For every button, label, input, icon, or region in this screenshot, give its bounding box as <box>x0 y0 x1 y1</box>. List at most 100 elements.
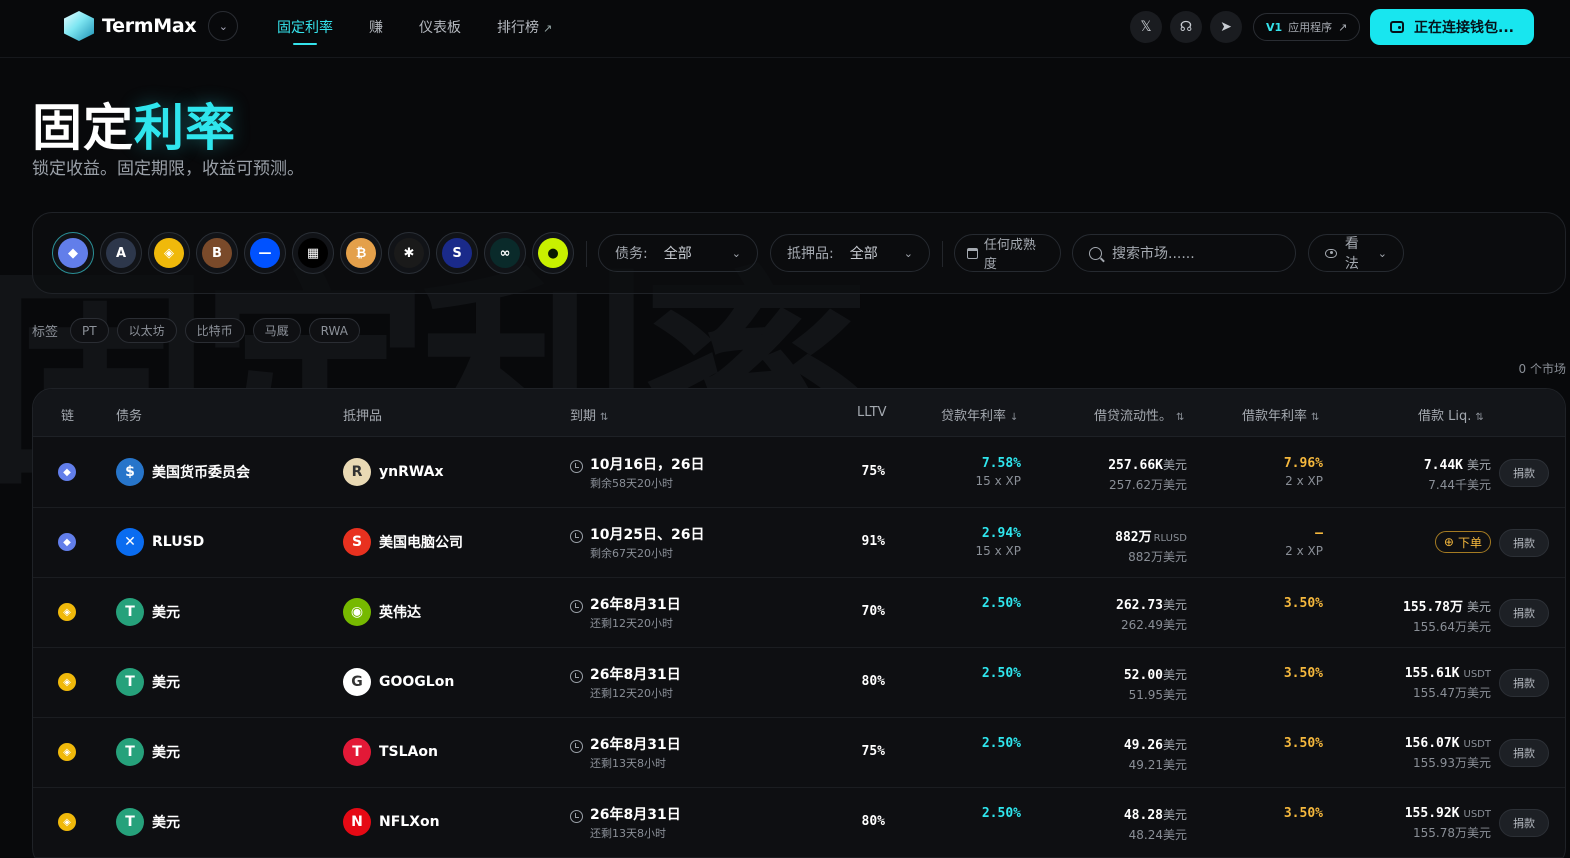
chain-filter-okx[interactable]: ▦ <box>292 232 334 274</box>
tag-chip[interactable]: 以太坊 <box>116 318 177 343</box>
header-borrow-liq[interactable]: 借款 Liq. ⇅ <box>1418 405 1484 424</box>
tag-chip[interactable]: RWA <box>308 318 360 343</box>
header-liquidity[interactable]: 借贷流动性。 ⇅ <box>1094 405 1184 424</box>
tag-filter-row: 标签 PT 以太坊 比特币 马厩 RWA <box>32 318 360 343</box>
debt-name: 美国货币委员会 <box>152 465 250 481</box>
tesla-icon: T <box>343 738 371 766</box>
borrow-apr-value: 3.50% <box>1283 596 1323 611</box>
header-chain: 链 <box>61 409 75 424</box>
page-subtitle: 锁定收益。固定期限，收益可预测。 <box>32 159 304 179</box>
place-order-button[interactable]: ⊕ 下单 <box>1434 531 1491 553</box>
borrow-button[interactable]: 捐款 <box>1499 599 1549 627</box>
borrow-label: 捐款 <box>1513 677 1535 690</box>
maturity-cell: 10月25日、26日 剩余67天20小时 <box>570 524 704 561</box>
table-row[interactable]: ◈ T 美元 T TSLAon 26年8月31日 还剩13天8小时 75% 2.… <box>33 718 1565 788</box>
tag-chip[interactable]: PT <box>70 318 109 343</box>
borrow-xp: 2 x XP <box>1285 474 1323 488</box>
collateral-name: 英伟达 <box>379 605 421 621</box>
collateral-dropdown[interactable]: 抵押品: 全部 ⌄ <box>770 234 930 272</box>
borrow-button[interactable]: 捐款 <box>1499 459 1549 487</box>
maturity-filter-button[interactable]: 任何成熟度 <box>954 234 1061 272</box>
borrow-apr-value: – <box>1315 526 1323 541</box>
google-icon: G <box>343 668 371 696</box>
lend-apr-value: 2.50% <box>981 806 1021 821</box>
header-lltv: LLTV <box>857 405 887 420</box>
header-borrow-liq-label: 借款 Liq. <box>1418 409 1472 424</box>
chain-filter-base[interactable]: — <box>244 232 286 274</box>
time-left: 还剩12天20小时 <box>590 617 673 630</box>
borrow-liq-value: 155.61K <box>1404 666 1460 681</box>
header-maturity[interactable]: 到期 ⇅ <box>570 405 608 424</box>
borrow-label: 捐款 <box>1513 537 1535 550</box>
lltv-value: 91% <box>861 534 885 549</box>
chain-filter-bitlayer[interactable]: ₿ <box>340 232 382 274</box>
app-version-link[interactable]: V1 应用程序 ↗ <box>1253 13 1361 41</box>
header-borrow-apr[interactable]: 借款年利率 ⇅ <box>1242 405 1319 424</box>
tag-chip[interactable]: 比特币 <box>184 318 245 343</box>
eth-chain-icon: ◆ <box>58 533 76 551</box>
clock-icon <box>570 600 583 613</box>
borrow-button[interactable]: 捐款 <box>1499 739 1549 767</box>
lltv-value: 80% <box>861 674 885 689</box>
debt-dropdown[interactable]: 债务: 全部 ⌄ <box>598 234 758 272</box>
maturity-date: 10月16日，26日 <box>590 457 705 473</box>
table-row[interactable]: ◆ $ 美国货币委员会 R ynRWAx 10月16日，26日 剩余58天20小… <box>33 438 1565 508</box>
time-left: 还剩13天8小时 <box>590 827 666 840</box>
chain-filter-bnb[interactable]: ◈ <box>148 232 190 274</box>
markets-table: 链 债务 抵押品 到期 ⇅ LLTV 贷款年利率 ↓ 借贷流动性。 ⇅ 借款年利率 ⇅ … <box>32 388 1566 858</box>
collateral-name: TSLAon <box>379 744 438 760</box>
liquidity-value: 257.66K <box>1108 458 1163 473</box>
clock-icon <box>570 670 583 683</box>
borrow-liq-cell: 155.78万 美元 155.64万美元 <box>1403 596 1491 635</box>
bnb-chain-icon: ◈ <box>58 743 76 761</box>
chevron-down-icon[interactable]: ⌄ <box>208 11 239 41</box>
lend-apr-value: 2.50% <box>981 736 1021 751</box>
chain-filter-plasma[interactable]: ● <box>532 232 574 274</box>
view-label: 看法 <box>1344 236 1359 272</box>
maturity-cell: 26年8月31日 还剩12天20小时 <box>570 664 681 701</box>
chain-filter-flare[interactable]: ✱ <box>388 232 430 274</box>
chain-filter-ethereum[interactable]: ◆ <box>52 232 94 274</box>
borrow-liq-cell: 156.07K USDT 155.93万美元 <box>1405 736 1491 771</box>
borrow-liq-sub: 155.64万美元 <box>1413 620 1491 634</box>
ynrwax-icon: R <box>343 458 371 486</box>
table-row[interactable]: ◈ T 美元 ◉ 英伟达 26年8月31日 还剩12天20小时 70% 2.50… <box>33 578 1565 648</box>
view-dropdown[interactable]: 看法 ⌄ <box>1308 234 1404 272</box>
nav-leaderboard[interactable]: 排行榜 ↗ <box>497 17 552 43</box>
liquidity-unit: 美元 <box>1162 738 1187 752</box>
chain-filter-sonic[interactable]: S <box>436 232 478 274</box>
chain-filter-berachain[interactable]: B <box>196 232 238 274</box>
external-link-icon: ↗ <box>543 22 553 35</box>
header-lend-apr[interactable]: 贷款年利率 ↓ <box>941 405 1018 424</box>
telegram-icon[interactable]: ➤ <box>1210 11 1242 43</box>
table-row[interactable]: ◈ T 美元 N NFLXon 26年8月31日 还剩13天8小时 80% 2.… <box>33 788 1565 858</box>
borrow-liq-value: 156.07K <box>1404 736 1460 751</box>
nav-fixed-rate[interactable]: 固定利率 <box>277 17 333 45</box>
tag-chip[interactable]: 马厩 <box>252 318 301 343</box>
plus-circle-icon: ⊕ <box>1443 535 1454 549</box>
x-icon[interactable]: 𝕏 <box>1130 11 1162 43</box>
borrow-liq-sub: 155.47万美元 <box>1413 686 1491 700</box>
lend-apr-cell: 2.50% <box>982 666 1021 684</box>
liquidity-unit: 美元 <box>1162 808 1187 822</box>
borrow-liq-unit: 美元 <box>1466 458 1491 472</box>
borrow-button[interactable]: 捐款 <box>1499 529 1549 557</box>
chain-filter-hyperliquid[interactable]: ∞ <box>484 232 526 274</box>
nav-dashboard[interactable]: 仪表板 <box>419 17 461 43</box>
borrow-liq-cell: 155.92K USDT 155.78万美元 <box>1405 806 1491 841</box>
connect-wallet-button[interactable]: 正在连接钱包... <box>1370 9 1534 45</box>
brand-logo[interactable]: TermMax ⌄ <box>64 11 239 41</box>
nav-earn[interactable]: 赚 <box>369 17 383 43</box>
chain-filter-arbitrum[interactable]: A <box>100 232 142 274</box>
lend-xp: 15 x XP <box>975 474 1021 488</box>
clock-icon <box>570 530 583 543</box>
search-input[interactable]: 搜索市场...... <box>1072 234 1296 272</box>
chain-cell: ◈ <box>58 603 76 621</box>
table-row[interactable]: ◈ T 美元 G GOOGLon 26年8月31日 还剩12天20小时 80% … <box>33 648 1565 718</box>
borrow-button[interactable]: 捐款 <box>1499 669 1549 697</box>
debt-label: 债务: <box>615 246 648 262</box>
discord-icon[interactable]: ☊ <box>1170 11 1202 43</box>
borrow-button[interactable]: 捐款 <box>1499 809 1549 837</box>
arrow-down-icon: ↓ <box>1010 412 1019 423</box>
table-row[interactable]: ◆ ✕ RLUSD S 美国电脑公司 10月25日、26日 剩余67天20小时 … <box>33 508 1565 578</box>
